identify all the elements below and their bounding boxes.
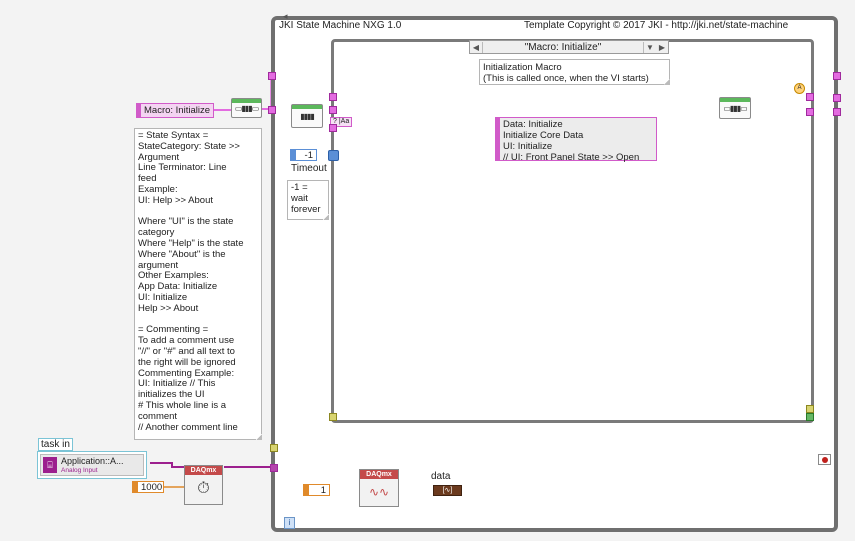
timeout-label: Timeout	[291, 163, 327, 174]
task-tunnel	[270, 464, 278, 472]
case-tunnel	[806, 108, 814, 116]
prev-case-arrow-icon[interactable]: ◀	[470, 43, 482, 52]
shift-register-left	[268, 72, 276, 80]
boolean-tunnel	[806, 413, 814, 421]
samples-per-channel-constant[interactable]: 1000	[132, 481, 164, 493]
coercion-dot-icon: A	[794, 83, 805, 94]
case-selector[interactable]: ◀ "Macro: Initialize" ▼ ▶	[469, 40, 669, 54]
data-output-label: data	[431, 471, 451, 482]
concatenate-states-node[interactable]: ▭▮▮▮▭	[719, 97, 751, 119]
concat-node-icon: ▭▮▮▮▭	[723, 104, 747, 113]
timeout-constant[interactable]: -1	[290, 149, 317, 161]
case-tunnel	[329, 93, 337, 101]
syntax-comment[interactable]: = State Syntax = StateCategory: State >>…	[134, 128, 262, 440]
daqmx-read-header: DAQmx	[360, 470, 398, 479]
case-selector-value: "Macro: Initialize"	[482, 41, 644, 53]
case-dropdown-arrow-icon[interactable]: ▼	[644, 43, 656, 52]
data-indicator[interactable]: [∿]	[433, 485, 462, 496]
timeout-comment[interactable]: -1 = wait forever	[287, 180, 329, 220]
copyright-text: Template Copyright © 2017 JKI - http://j…	[524, 20, 789, 31]
shift-register-right	[833, 94, 841, 102]
states-string-constant[interactable]: Data: Initialize Initialize Core Data UI…	[495, 117, 657, 163]
stopwatch-icon: ⏱	[197, 480, 210, 497]
state-machine-title: JKI State Machine NXG 1.0	[279, 20, 402, 31]
parse-state-node[interactable]: ▭▮▮▮▭	[231, 98, 262, 118]
task-in-inner: ⌸ Application::A... Analog Input	[40, 454, 144, 476]
daqmx-read-node[interactable]: DAQmx ∿∿	[359, 469, 399, 507]
macro-string-constant[interactable]: Macro: Initialize	[136, 103, 214, 118]
task-channel-type: Analog Input	[61, 467, 98, 474]
task-channel-name: Application::A...	[61, 456, 124, 466]
daqmx-timing-header: DAQmx	[185, 466, 222, 475]
shift-register-right	[833, 108, 841, 116]
case-tunnel	[329, 106, 337, 114]
cluster-tunnel	[270, 444, 278, 452]
task-in-label: task in	[38, 438, 73, 451]
case-tunnel	[806, 93, 814, 101]
parse-node-icon: ▭▮▮▮▭	[234, 104, 259, 113]
read-glasses-icon: ∿∿	[368, 485, 390, 499]
read-samples-constant[interactable]: 1	[303, 484, 330, 496]
task-wire	[150, 462, 184, 468]
task-in-control[interactable]: ⌸ Application::A... Analog Input	[37, 451, 147, 479]
stop-terminal[interactable]	[818, 454, 831, 465]
timeout-terminal	[328, 150, 339, 161]
dequeue-node-icon: ▮▮▮▮	[300, 112, 315, 121]
daq-channel-icon: ⌸	[43, 457, 57, 473]
shift-register-right	[833, 72, 841, 80]
daqmx-timing-node[interactable]: DAQmx ⏱	[184, 465, 223, 505]
case-comment[interactable]: Initialization Macro (This is called onc…	[479, 59, 670, 85]
stop-icon	[821, 456, 828, 463]
dequeue-state-node[interactable]: ▮▮▮▮	[291, 104, 323, 128]
shift-register-left	[268, 106, 276, 114]
next-case-arrow-icon[interactable]: ▶	[656, 43, 668, 52]
case-tunnel	[329, 124, 337, 132]
info-icon[interactable]: i	[284, 517, 295, 529]
cluster-tunnel	[329, 413, 337, 421]
cluster-tunnel	[806, 405, 814, 413]
